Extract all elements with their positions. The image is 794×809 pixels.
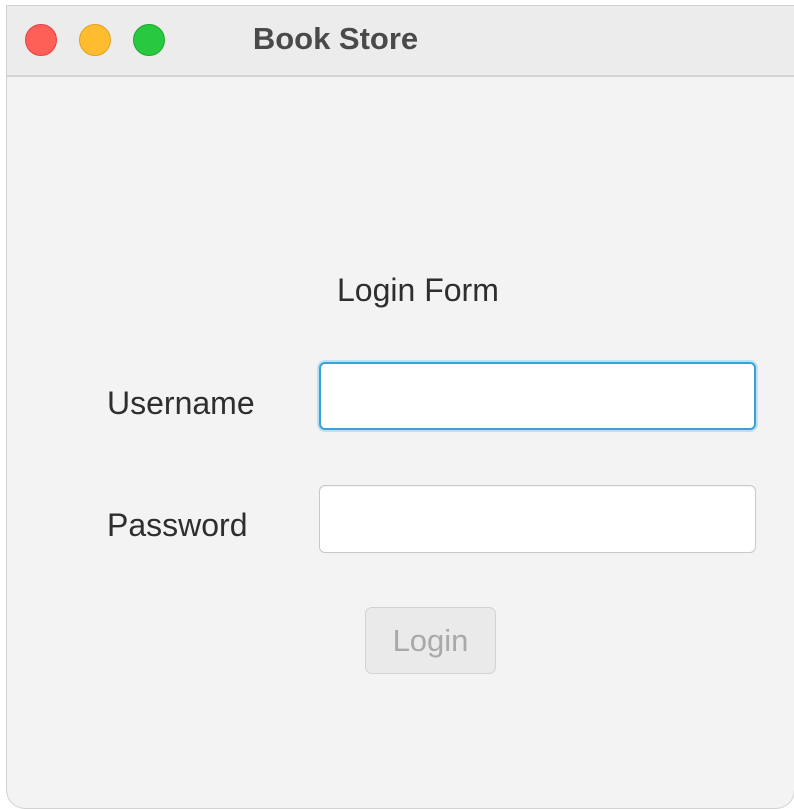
login-form-panel: Login Form Username Password Login bbox=[7, 77, 794, 808]
app-window: Book Store Login Form Username Password … bbox=[7, 6, 794, 808]
username-label: Username bbox=[107, 385, 255, 421]
login-button[interactable]: Login bbox=[365, 607, 496, 674]
window-title: Book Store bbox=[252, 21, 419, 56]
password-input[interactable] bbox=[319, 485, 756, 553]
password-label: Password bbox=[107, 507, 248, 543]
title-bar[interactable]: Book Store bbox=[7, 6, 794, 77]
form-title: Login Form bbox=[337, 272, 499, 308]
username-input[interactable] bbox=[319, 362, 756, 430]
